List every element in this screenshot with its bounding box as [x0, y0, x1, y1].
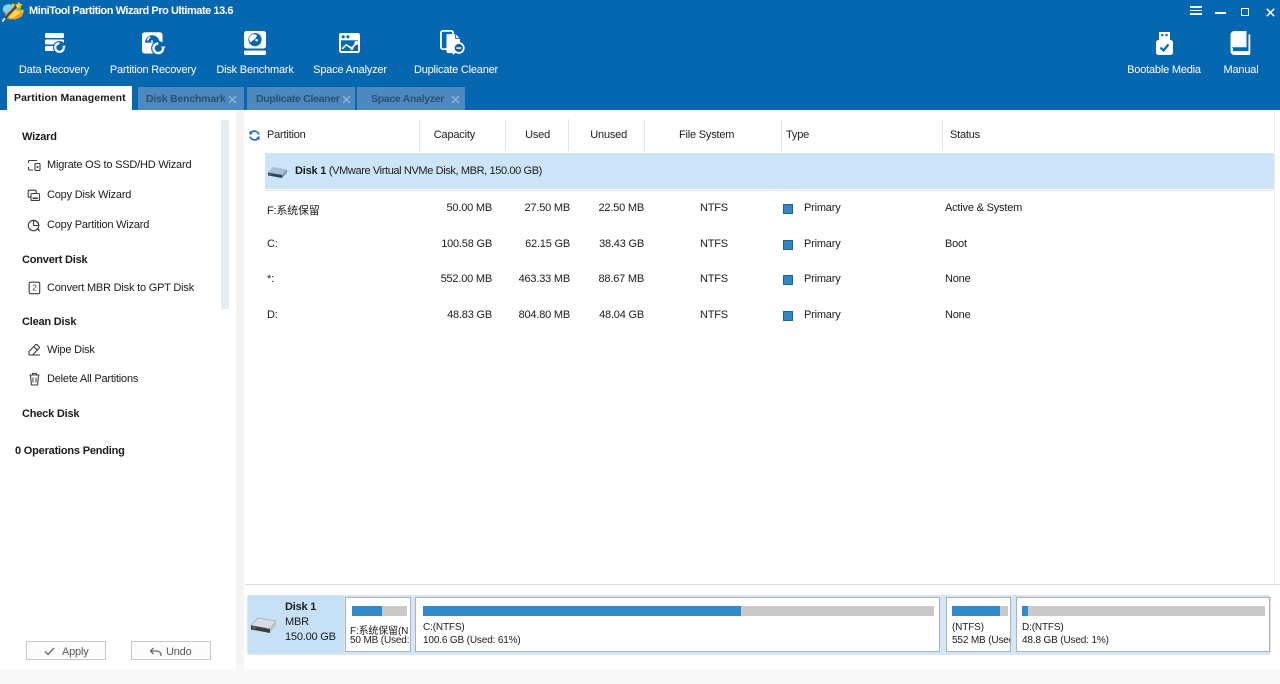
- svg-text:2: 2: [32, 284, 37, 293]
